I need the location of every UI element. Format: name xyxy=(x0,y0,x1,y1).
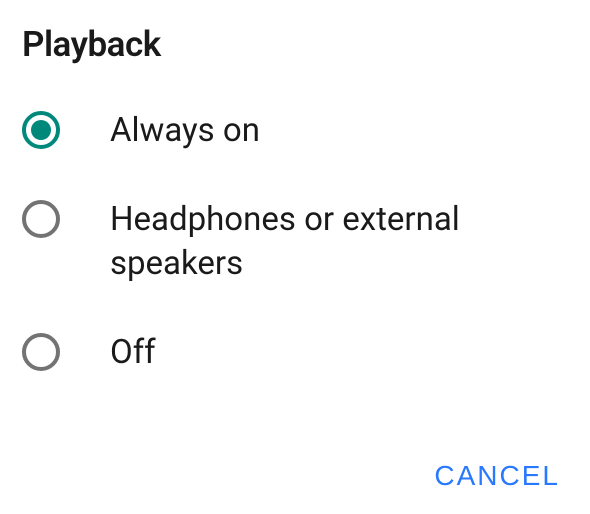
radio-icon xyxy=(22,333,60,371)
option-always-on[interactable]: Always on xyxy=(22,109,568,154)
dialog-footer: CANCEL xyxy=(22,452,568,514)
radio-icon xyxy=(22,111,60,149)
option-label: Always on xyxy=(110,109,260,154)
option-off[interactable]: Off xyxy=(22,331,568,376)
option-label: Headphones or external speakers xyxy=(110,198,568,287)
option-headphones-external[interactable]: Headphones or external speakers xyxy=(22,198,568,287)
radio-group: Always on Headphones or external speaker… xyxy=(22,109,568,452)
dialog-title: Playback xyxy=(22,24,568,65)
radio-icon xyxy=(22,200,60,238)
option-label: Off xyxy=(110,331,156,376)
cancel-button[interactable]: CANCEL xyxy=(430,452,564,500)
